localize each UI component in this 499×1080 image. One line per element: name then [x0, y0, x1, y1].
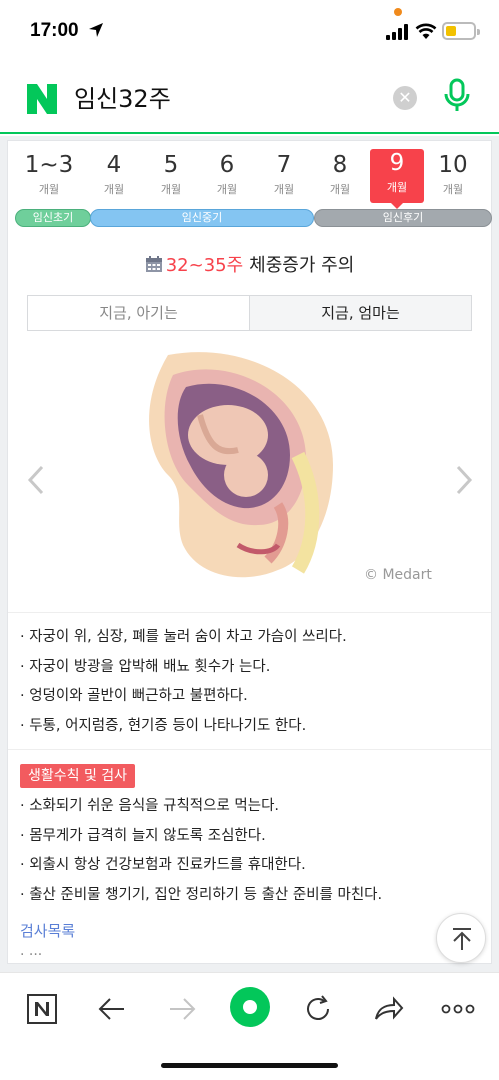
recording-dot: [394, 8, 402, 16]
month-tab-1-3[interactable]: 1~3 개월: [22, 151, 76, 197]
week-range: 32~35주: [165, 255, 244, 276]
battery-icon: [442, 22, 480, 40]
signal-icon: [386, 24, 408, 40]
content-area: 1~3 개월 4 개월 5 개월 6 개월 7 개월 8 개월 9 개월 10 개월 임신초기 …: [0, 136, 499, 972]
scroll-top-icon: [453, 928, 471, 950]
pregnancy-card: 1~3 개월 4 개월 5 개월 6 개월 7 개월 8 개월 9 개월 10 개월 임신초기 …: [7, 140, 492, 964]
location-arrow-icon: [89, 23, 103, 37]
stage-late[interactable]: 임신후기: [314, 209, 492, 227]
list-item: · 엉덩이와 골반이 뻐근하고 불편하다.: [20, 688, 248, 704]
naver-logo[interactable]: [25, 82, 59, 116]
chevron-left-icon[interactable]: [26, 465, 46, 495]
stage-middle[interactable]: 임신중기: [90, 209, 314, 227]
exam-list-link[interactable]: 검사목록: [20, 920, 479, 941]
stage-early[interactable]: 임신초기: [15, 209, 91, 227]
list-item: · 소화되기 쉬운 음식을 규칙적으로 먹는다.: [20, 798, 280, 814]
week-caution: 체중증가 주의: [249, 255, 355, 276]
symptom-list: · 자궁이 위, 심장, 폐를 눌러 숨이 차고 가슴이 쓰리다. · 자궁이 …: [8, 613, 491, 750]
month-tab-5[interactable]: 5 개월: [144, 151, 198, 197]
tab-baby-now[interactable]: 지금, 아기는: [28, 296, 249, 330]
month-tab-10[interactable]: 10 개월: [426, 151, 480, 197]
reload-icon[interactable]: [298, 989, 338, 1029]
chevron-right-icon[interactable]: [454, 465, 474, 495]
list-item: · 몸무게가 급격히 늘지 않도록 조심한다.: [20, 827, 266, 844]
scroll-top-button[interactable]: [436, 913, 486, 963]
stage-bar: 임신초기 임신중기 임신후기: [8, 201, 492, 235]
tab-mom-now[interactable]: 지금, 엄마는: [249, 296, 471, 330]
list-item: · 외출시 항상 건강보험과 진료카드를 휴대한다.: [20, 857, 306, 873]
status-bar: 17:00: [0, 0, 499, 62]
pregnancy-illustration: [149, 352, 333, 578]
naver-home-icon[interactable]: [22, 989, 62, 1029]
month-tab-9[interactable]: 9 개월: [370, 149, 424, 209]
list-item: · 출산 준비물 챙기기, 집안 정리하기 등 출산 준비를 마친다.: [20, 886, 383, 903]
mic-icon[interactable]: [442, 78, 472, 114]
wifi-icon: [415, 23, 437, 39]
more-icon[interactable]: [438, 989, 478, 1029]
partial-list-item: · ···: [20, 947, 43, 963]
forward-icon[interactable]: [162, 989, 202, 1029]
month-tab-6[interactable]: 6 개월: [200, 151, 254, 197]
month-tab-8[interactable]: 8 개월: [313, 151, 367, 197]
green-dot-button[interactable]: [228, 985, 272, 1029]
list-item: · 두통, 어지럼증, 현기증 등이 나타나기도 한다.: [20, 717, 307, 734]
list-item: · 자궁이 위, 심장, 폐를 눌러 숨이 차고 가슴이 쓰리다.: [20, 629, 347, 645]
list-item: · 자궁이 방광을 압박해 배뇨 횟수가 는다.: [20, 658, 271, 675]
share-icon[interactable]: [368, 989, 408, 1029]
month-tab-7[interactable]: 7 개월: [257, 151, 311, 197]
back-icon[interactable]: [92, 989, 132, 1029]
home-indicator: [161, 1063, 338, 1068]
status-time: 17:00: [30, 20, 79, 41]
week-headline: 32~35주 체중증가 주의: [8, 241, 491, 291]
lifestyle-section: 생활수칙 및 검사 · 소화되기 쉬운 음식을 규칙적으로 먹는다. · 몸무게…: [8, 750, 491, 963]
month-selector: 1~3 개월 4 개월 5 개월 6 개월 7 개월 8 개월 9 개월 10 개월: [8, 141, 491, 209]
view-toggle: 지금, 아기는 지금, 엄마는: [27, 295, 472, 331]
search-input[interactable]: 임신32주: [74, 82, 171, 116]
image-credit: © Medart: [364, 567, 432, 583]
lifestyle-tag: 생활수칙 및 검사: [20, 764, 136, 788]
month-tab-4[interactable]: 4 개월: [87, 151, 141, 197]
illustration-area: © Medart: [8, 341, 491, 613]
search-bar: 임신32주 ✕: [0, 62, 499, 134]
clear-icon[interactable]: ✕: [393, 86, 417, 110]
calendar-icon: [145, 256, 162, 272]
